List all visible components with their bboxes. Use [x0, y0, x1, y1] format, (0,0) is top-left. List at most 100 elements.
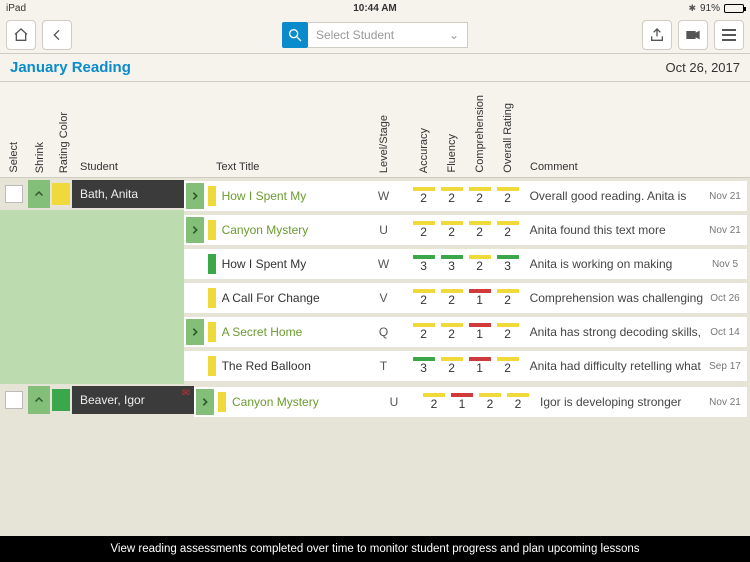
- select-checkbox[interactable]: [5, 185, 23, 203]
- comment-cell: Anita is working on making: [522, 257, 703, 271]
- col-text-title: Text Title: [216, 161, 259, 173]
- text-title: The Red Balloon: [222, 359, 366, 373]
- text-title[interactable]: How I Spent My: [222, 189, 366, 203]
- score-cell: 1: [466, 357, 494, 375]
- chevron-right-icon: [190, 225, 200, 235]
- student-row: Beaver, Igor✉: [0, 384, 194, 416]
- assessment-row[interactable]: Canyon MysteryU2122Igor is developing st…: [194, 387, 747, 417]
- score-cell: 3: [438, 255, 466, 273]
- score-cell: 1: [448, 393, 476, 411]
- mail-icon: ✉: [182, 388, 190, 399]
- student-selector-placeholder: Select Student: [316, 28, 394, 42]
- score-cell: 2: [420, 393, 448, 411]
- level-cell: V: [366, 291, 402, 305]
- expand-button[interactable]: [186, 183, 204, 209]
- home-icon: [13, 27, 29, 43]
- comment-cell: Anita had difficulty retelling what: [522, 359, 703, 373]
- col-accuracy: Accuracy: [418, 124, 430, 177]
- text-title: A Call For Change: [222, 291, 366, 305]
- score-cell: 2: [494, 289, 522, 307]
- menu-button[interactable]: [714, 20, 744, 50]
- score-cell: 2: [438, 187, 466, 205]
- expand-button[interactable]: [196, 389, 214, 415]
- comment-cell: Igor is developing stronger: [532, 395, 703, 409]
- score-cell: 1: [466, 323, 494, 341]
- footer-caption: View reading assessments completed over …: [0, 536, 750, 562]
- rating-color-chip: [52, 389, 70, 411]
- col-rating-color: Rating Color: [58, 108, 70, 177]
- date-cell: Oct 14: [703, 327, 747, 338]
- clock: 10:44 AM: [353, 3, 397, 14]
- battery-pct: 91%: [700, 3, 720, 14]
- level-cell: Q: [366, 325, 402, 339]
- chevron-up-icon: [33, 394, 45, 406]
- text-title[interactable]: Canyon Mystery: [222, 223, 366, 237]
- score-cell: 2: [438, 357, 466, 375]
- select-checkbox[interactable]: [5, 391, 23, 409]
- level-cell: U: [366, 223, 402, 237]
- score-cell: 2: [494, 187, 522, 205]
- score-cell: 2: [494, 323, 522, 341]
- score-cell: 2: [410, 221, 438, 239]
- rating-mark: [218, 392, 226, 412]
- score-cell: 2: [494, 221, 522, 239]
- text-title[interactable]: Canyon Mystery: [232, 395, 376, 409]
- date-cell: Nov 21: [703, 225, 747, 236]
- rating-mark: [208, 288, 216, 308]
- level-cell: W: [366, 257, 402, 271]
- score-cell: 2: [466, 187, 494, 205]
- score-cell: 3: [410, 255, 438, 273]
- upload-icon: [649, 27, 665, 43]
- text-title: How I Spent My: [222, 257, 366, 271]
- search-icon: [282, 22, 308, 48]
- collapse-button[interactable]: [28, 180, 50, 208]
- rating-mark: [208, 220, 216, 240]
- score-cell: 3: [410, 357, 438, 375]
- score-cell: 3: [494, 255, 522, 273]
- home-button[interactable]: [6, 20, 36, 50]
- collapse-button[interactable]: [28, 386, 50, 414]
- assessment-row[interactable]: Canyon MysteryU2222Anita found this text…: [184, 215, 747, 245]
- student-selector[interactable]: Select Student ⌄: [282, 20, 468, 50]
- col-shrink: Shrink: [34, 138, 46, 177]
- toolbar: Select Student ⌄: [0, 16, 750, 54]
- assessment-row[interactable]: How I Spent MyW3323Anita is working on m…: [184, 249, 747, 279]
- score-cell: 2: [504, 393, 532, 411]
- level-cell: W: [366, 189, 402, 203]
- share-button[interactable]: [642, 20, 672, 50]
- assessment-row[interactable]: A Call For ChangeV2212Comprehension was …: [184, 283, 747, 313]
- assessment-row[interactable]: The Red BalloonT3212Anita had difficulty…: [184, 351, 747, 381]
- col-level: Level/Stage: [378, 111, 390, 177]
- back-button[interactable]: [42, 20, 72, 50]
- level-cell: U: [376, 395, 412, 409]
- assessment-table: Bath, AnitaHow I Spent MyW2222Overall go…: [0, 178, 750, 536]
- score-cell: 2: [476, 393, 504, 411]
- comment-cell: Anita found this text more: [522, 223, 703, 237]
- expand-button[interactable]: [186, 217, 204, 243]
- camera-button[interactable]: [678, 20, 708, 50]
- chevron-right-icon: [190, 191, 200, 201]
- score-cell: 2: [466, 255, 494, 273]
- footer-text: View reading assessments completed over …: [110, 543, 639, 555]
- battery-icon: [724, 4, 744, 13]
- student-name[interactable]: Bath, Anita: [72, 180, 184, 208]
- chevron-down-icon: ⌄: [449, 28, 459, 42]
- date-cell: Nov 5: [703, 259, 747, 270]
- student-name[interactable]: Beaver, Igor✉: [72, 386, 194, 414]
- rating-mark: [208, 186, 216, 206]
- assessment-row[interactable]: How I Spent MyW2222Overall good reading.…: [184, 181, 747, 211]
- device-label: iPad: [6, 3, 26, 14]
- comment-cell: Comprehension was challenging: [522, 291, 703, 305]
- score-cell: 2: [410, 323, 438, 341]
- text-title[interactable]: A Secret Home: [222, 325, 366, 339]
- date-cell: Oct 26: [703, 293, 747, 304]
- date-cell: Nov 21: [703, 397, 747, 408]
- status-bar: iPad 10:44 AM 91%: [0, 0, 750, 16]
- col-fluency: Fluency: [446, 130, 458, 177]
- expand-button[interactable]: [186, 319, 204, 345]
- column-headers: Select Shrink Rating Color Student Text …: [0, 82, 750, 178]
- chevron-right-icon: [200, 397, 210, 407]
- assessment-row[interactable]: A Secret HomeQ2212Anita has strong decod…: [184, 317, 747, 347]
- score-cell: 2: [410, 289, 438, 307]
- video-icon: [685, 27, 701, 43]
